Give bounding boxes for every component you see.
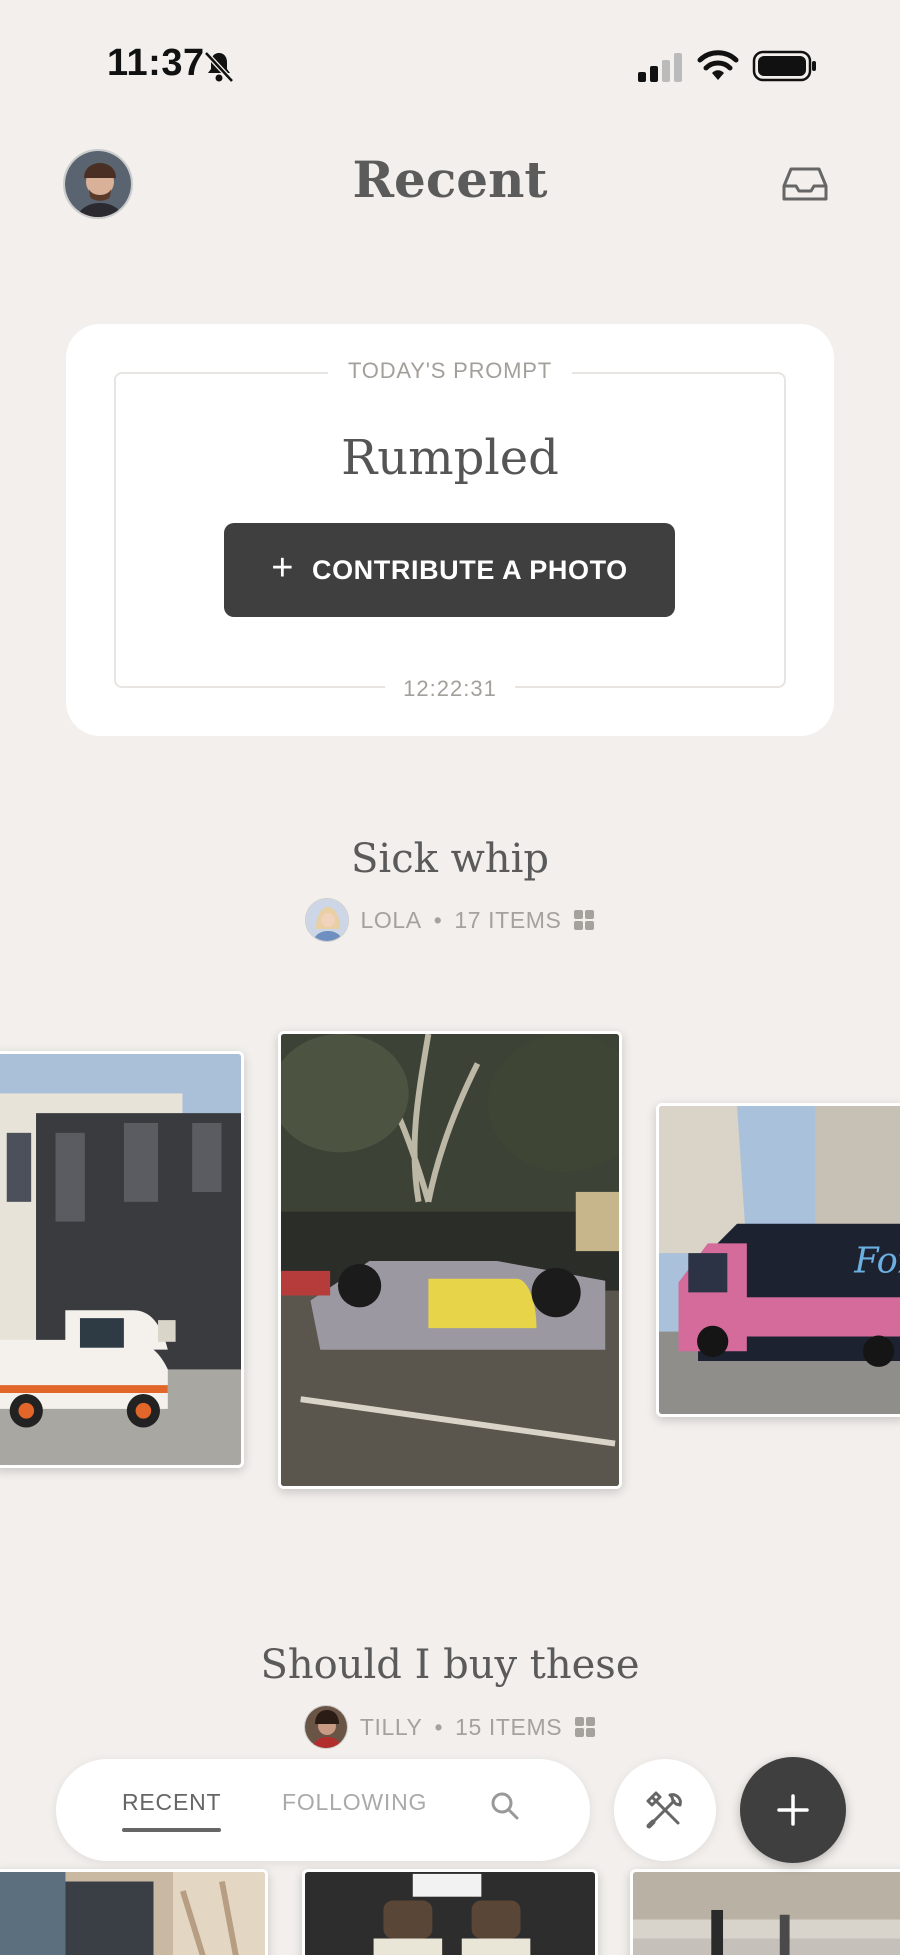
contribute-label: CONTRIBUTE A PHOTO (311, 554, 628, 585)
signal-icon (638, 53, 682, 82)
prompt-card: TODAY'S PROMPT Rumpled + CONTRIBUTE A PH… (66, 324, 834, 736)
grid-icon (574, 910, 595, 930)
prompt-label: TODAY'S PROMPT (327, 358, 573, 384)
search-icon[interactable] (490, 1791, 520, 1821)
collection-meta: LOLA • 17 ITEMS (0, 898, 900, 942)
meta-separator: • (434, 1713, 444, 1740)
svg-text:Fox: Fox (853, 1241, 900, 1282)
battery-icon (752, 50, 816, 82)
page-title: Recent (352, 150, 548, 209)
user-avatar[interactable] (303, 1705, 348, 1749)
status-time: 11:37 (107, 42, 205, 84)
plus-icon: + (271, 547, 294, 589)
collection-title[interactable]: Should I buy these (0, 1642, 900, 1688)
prompt-word: Rumpled (341, 430, 559, 486)
user-avatar[interactable] (304, 898, 349, 942)
bell-slash-icon (204, 51, 234, 83)
tools-icon (646, 1791, 682, 1829)
collection-count: 17 ITEMS (454, 906, 562, 933)
collection-count: 15 ITEMS (455, 1713, 563, 1740)
contribute-photo-button[interactable]: + CONTRIBUTE A PHOTO (224, 523, 675, 617)
tab-following[interactable]: FOLLOWING (282, 1789, 427, 1816)
collection-title[interactable]: Sick whip (0, 836, 900, 882)
photo-street[interactable] (630, 1869, 900, 1955)
tab-recent[interactable]: RECENT (122, 1789, 222, 1832)
photo-pink-van[interactable]: Fox (656, 1103, 900, 1417)
prompt-frame: TODAY'S PROMPT Rumpled + CONTRIBUTE A PH… (114, 358, 786, 702)
tools-button[interactable] (614, 1759, 716, 1861)
wifi-icon (697, 50, 739, 80)
photo-bottles[interactable] (302, 1869, 598, 1955)
photo-cybertruck[interactable] (278, 1031, 622, 1489)
meta-separator: • (433, 906, 443, 933)
collection-user[interactable]: TILLY (360, 1714, 423, 1741)
grid-icon (575, 1717, 596, 1737)
inbox-icon[interactable] (780, 164, 830, 204)
photo-shop-interior[interactable] (0, 1869, 268, 1955)
collection-meta: TILLY • 15 ITEMS (0, 1705, 900, 1749)
tab-bar: RECENT FOLLOWING (56, 1759, 590, 1861)
collection-user[interactable]: LOLA (361, 907, 422, 934)
photo-white-van[interactable] (0, 1051, 244, 1468)
prompt-timer: 12:22:31 (385, 676, 515, 702)
add-button[interactable] (740, 1757, 846, 1863)
status-bar: 11:37 (0, 0, 900, 130)
plus-icon (777, 1794, 809, 1826)
